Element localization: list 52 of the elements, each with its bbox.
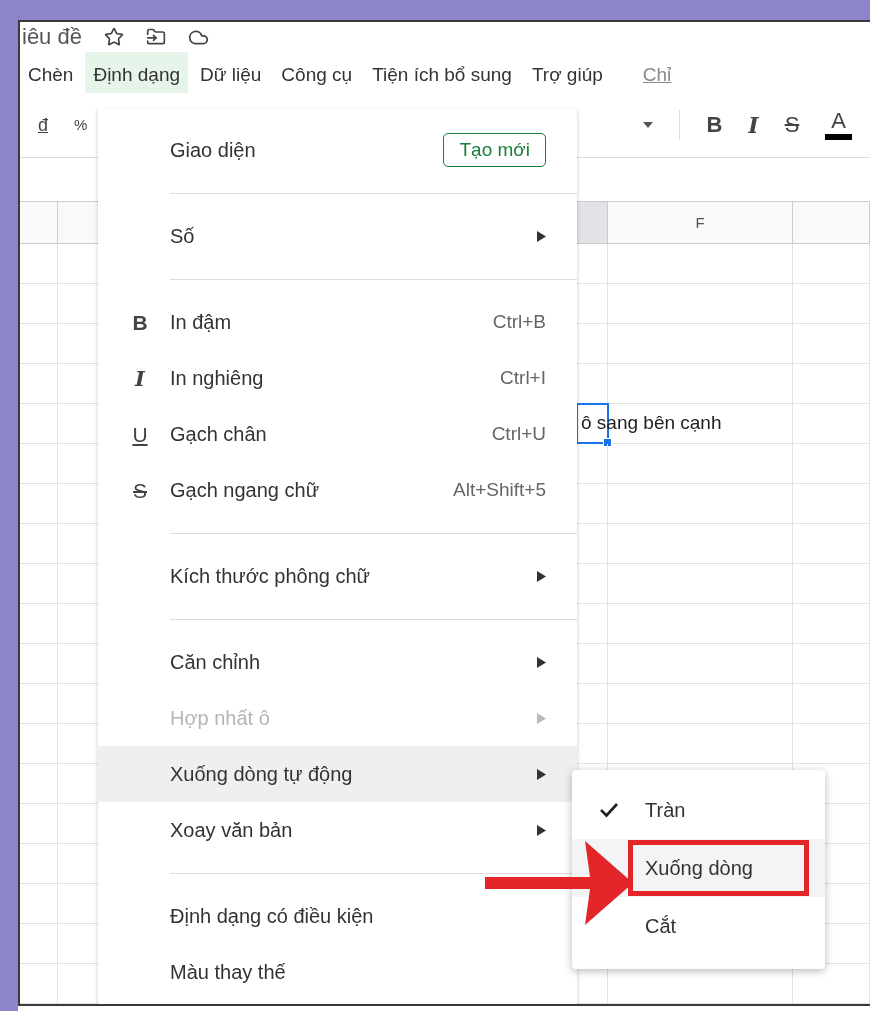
percent-format-button[interactable]: %: [74, 117, 88, 133]
menu-tab[interactable]: Tiện ích bổ sung: [364, 52, 520, 93]
caret-right-icon: [537, 768, 546, 780]
italic-icon: I: [130, 367, 150, 389]
underline-icon: U: [130, 423, 150, 445]
caret-right-icon: [537, 712, 546, 724]
menu-label: Xuống dòng tự động: [170, 762, 354, 786]
menu-item[interactable]: Kích thước phông chữ: [98, 548, 577, 604]
caret-right-icon: [537, 570, 546, 582]
dropdown-caret-icon[interactable]: [643, 121, 654, 128]
strike-icon: S: [130, 479, 150, 501]
bold-icon: B: [130, 311, 150, 333]
caret-right-icon: [537, 656, 546, 668]
menu-label: Gạch chân: [170, 422, 268, 446]
strike-button[interactable]: S: [784, 113, 800, 136]
shortcut-text: Ctrl+I: [500, 367, 546, 389]
edit-history-link[interactable]: Chỉ: [634, 52, 680, 93]
menu-label: Hợp nhất ô: [170, 706, 271, 730]
shortcut-text: Ctrl+B: [492, 311, 546, 333]
menu-item[interactable]: S Gạch ngang chữ Alt+Shift+5: [98, 462, 577, 518]
menu-item[interactable]: Giao diện Tạo mới: [98, 122, 577, 178]
menu-item[interactable]: I In nghiêng Ctrl+I: [98, 350, 577, 406]
menu-item[interactable]: Xuống dòng tự động: [98, 746, 577, 802]
menu-item[interactable]: Số: [98, 208, 577, 264]
menu-tab[interactable]: Định dạng: [85, 52, 189, 93]
menu-label: Căn chỉnh: [170, 650, 262, 674]
menu-tab[interactable]: Trợ giúp: [523, 52, 611, 93]
folder-icon[interactable]: [145, 27, 166, 48]
shortcut-text: Alt+Shift+5: [453, 479, 546, 501]
menu-item[interactable]: B In đậm Ctrl+B: [98, 294, 577, 350]
menu-tab[interactable]: Dữ liệu: [192, 52, 270, 93]
italic-button[interactable]: I: [748, 113, 759, 136]
menu-label: Kích thước phông chữ: [170, 564, 371, 588]
column-header[interactable]: F: [608, 202, 793, 243]
star-icon[interactable]: [103, 27, 124, 48]
create-new-button[interactable]: Tạo mới: [443, 133, 546, 167]
caret-right-icon: [537, 230, 546, 242]
menu-label: Xoay văn bản: [170, 818, 294, 842]
menu-item[interactable]: U Gạch chân Ctrl+U: [98, 406, 577, 462]
bold-button[interactable]: B: [706, 113, 723, 136]
menu-label: Gạch ngang chữ: [170, 478, 321, 502]
currency-format-button[interactable]: đ: [38, 115, 48, 134]
menu-tab[interactable]: Công cụ: [273, 52, 361, 93]
menu-label: Số: [170, 224, 196, 248]
document-title[interactable]: iêu đề: [22, 24, 82, 51]
menu-label: In nghiêng: [170, 366, 265, 390]
caret-right-icon: [537, 824, 546, 836]
shortcut-text: Ctrl+U: [491, 423, 546, 445]
menu-item[interactable]: Căn chỉnh: [98, 634, 577, 690]
color-button[interactable]: A: [825, 109, 852, 140]
menu-label: In đậm: [170, 310, 233, 334]
menu-tab[interactable]: Chèn: [20, 52, 82, 93]
